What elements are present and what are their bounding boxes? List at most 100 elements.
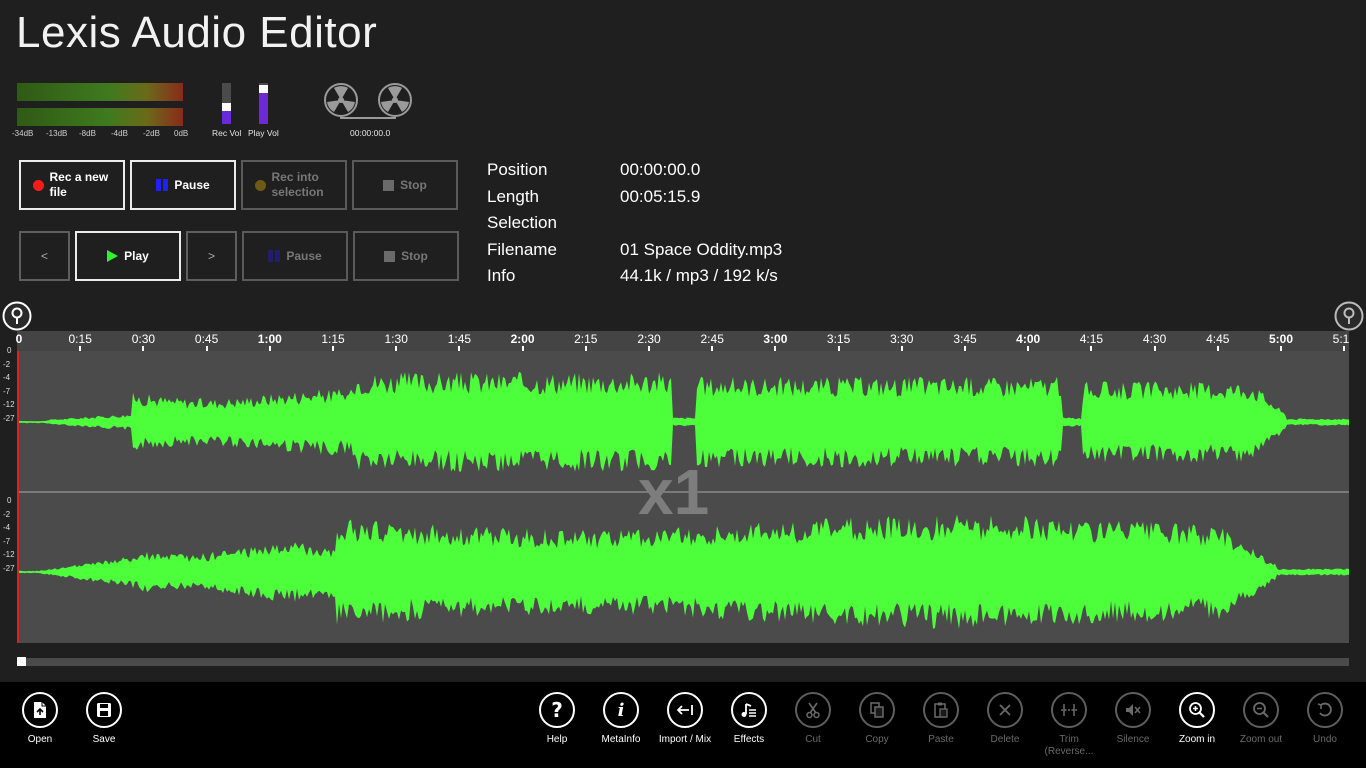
zoom-in-label: Zoom in <box>1178 734 1216 745</box>
mute-speaker-icon <box>1126 704 1141 716</box>
zoom-in-button[interactable]: Zoom in <box>1165 692 1229 746</box>
timeline-tick-label: 0:15 <box>68 332 92 346</box>
db-scale-label: 0 <box>7 496 12 505</box>
position-value: 00:00:00.0 <box>620 160 701 179</box>
help-button[interactable]: ? Help <box>525 692 589 746</box>
timeline-tick-label: 1:00 <box>257 332 282 346</box>
import-icon <box>676 705 693 715</box>
metainfo-button[interactable]: i MetaInfo <box>589 692 653 746</box>
reel-time: 00:00:00.0 <box>350 128 391 138</box>
timeline-tick-label: 4:15 <box>1079 332 1104 346</box>
timeline-tick-label: 4:30 <box>1142 332 1167 346</box>
rec-new-file-button[interactable]: Rec a new file <box>19 160 125 210</box>
db-label: 0dB <box>174 129 189 138</box>
end-marker-icon[interactable] <box>1334 301 1364 331</box>
rec-stop-label: Stop <box>400 177 427 192</box>
left-level-meter <box>17 83 183 101</box>
silence-button[interactable]: Silence <box>1101 692 1165 746</box>
filename-value: 01 Space Oddity.mp3 <box>620 240 783 259</box>
cut-label: Cut <box>805 734 821 745</box>
previous-button[interactable]: < <box>19 231 70 281</box>
trim-button[interactable]: Trim (Reverse... <box>1037 692 1101 758</box>
open-label: Open <box>27 734 53 745</box>
db-scale-label: -12 <box>3 550 15 559</box>
start-marker-icon[interactable] <box>2 301 32 331</box>
effects-button[interactable]: Effects <box>717 692 781 746</box>
rec-pause-button[interactable]: Pause <box>130 160 236 210</box>
open-button[interactable]: Open <box>8 692 72 746</box>
record-dot-icon <box>254 179 266 191</box>
db-scale-label: -12 <box>3 400 15 409</box>
rec-stop-button[interactable]: Stop <box>352 160 458 210</box>
paste-button[interactable]: Paste <box>909 692 973 746</box>
zoom-out-button[interactable]: Zoom out <box>1229 692 1293 746</box>
play-button[interactable]: Play <box>75 231 181 281</box>
scrollbar-thumb[interactable] <box>17 657 26 666</box>
copy-icon <box>870 702 884 718</box>
effects-label: Effects <box>733 734 765 745</box>
timeline-tick-label: 2:15 <box>574 332 598 346</box>
timeline-tick-label: 0:45 <box>194 332 219 346</box>
delete-button[interactable]: Delete <box>973 692 1037 746</box>
position-label: Position <box>487 160 548 179</box>
rec-volume-slider[interactable] <box>222 83 231 124</box>
metainfo-label: MetaInfo <box>601 734 641 745</box>
info-icon: i <box>617 699 625 721</box>
waveform-channel-right <box>17 514 1349 629</box>
zoom-in-icon <box>1189 702 1205 718</box>
next-button[interactable]: > <box>186 231 237 281</box>
delete-label: Delete <box>990 734 1020 745</box>
trim-label: Trim (Reverse... <box>1044 734 1094 757</box>
timeline-tick-label: 1:15 <box>321 332 345 346</box>
db-scale-label: -7 <box>3 537 11 546</box>
save-disk-icon <box>97 703 111 717</box>
zoom-indicator: x1 <box>638 456 710 528</box>
paste-clipboard-icon <box>934 702 948 718</box>
db-label: -2dB <box>143 129 160 138</box>
rec-new-file-label: Rec a new file <box>49 170 109 199</box>
play-volume-knob[interactable] <box>259 85 268 93</box>
play-stop-label: Stop <box>401 248 428 263</box>
open-file-icon <box>34 702 46 718</box>
previous-label: < <box>40 248 48 263</box>
db-label: -8dB <box>79 129 96 138</box>
zoom-out-icon <box>1253 702 1269 718</box>
trim-icon <box>1061 704 1077 716</box>
import-mix-button[interactable]: Import / Mix <box>653 692 717 746</box>
horizontal-scrollbar[interactable] <box>17 658 1349 666</box>
timeline-tick-label: 0 <box>15 332 23 346</box>
play-pause-button[interactable]: Pause <box>242 231 348 281</box>
save-button[interactable]: Save <box>72 692 136 746</box>
paste-label: Paste <box>928 734 954 745</box>
play-volume-slider[interactable] <box>259 83 268 124</box>
copy-label: Copy <box>865 734 889 745</box>
timeline-tick-label: 5:1 <box>1332 332 1350 346</box>
play-icon <box>107 250 119 262</box>
playback-cursor[interactable] <box>17 351 19 643</box>
db-label: -4dB <box>111 129 128 138</box>
info-value: 44.1k / mp3 / 192 k/s <box>620 266 778 285</box>
timeline-tick-label: 1:45 <box>447 332 472 346</box>
app-title: Lexis Audio Editor <box>16 8 378 57</box>
tape-reel-icon <box>378 83 412 117</box>
timeline-tick-label: 3:00 <box>763 332 788 346</box>
record-dot-icon <box>32 179 44 191</box>
undo-button[interactable]: Undo <box>1293 692 1357 746</box>
db-scale-label: -2 <box>3 360 11 369</box>
play-stop-button[interactable]: Stop <box>353 231 459 281</box>
timeline-tick-label: 4:00 <box>1016 332 1041 346</box>
timeline-tick-label: 3:45 <box>953 332 977 346</box>
rec-pause-label: Pause <box>174 177 210 192</box>
undo-label: Undo <box>1313 734 1337 745</box>
help-icon: ? <box>551 698 563 722</box>
db-label: -34dB <box>12 129 34 138</box>
rec-volume-knob[interactable] <box>222 103 231 111</box>
copy-button[interactable]: Copy <box>845 692 909 746</box>
cut-button[interactable]: Cut <box>781 692 845 746</box>
music-note-icon <box>741 703 756 717</box>
rec-vol-label: Rec Vol <box>212 128 242 138</box>
right-level-meter <box>17 108 183 126</box>
pause-icon <box>156 179 169 191</box>
rec-into-selection-button[interactable]: Rec into selection <box>241 160 347 210</box>
db-scale-label: -27 <box>3 564 15 573</box>
